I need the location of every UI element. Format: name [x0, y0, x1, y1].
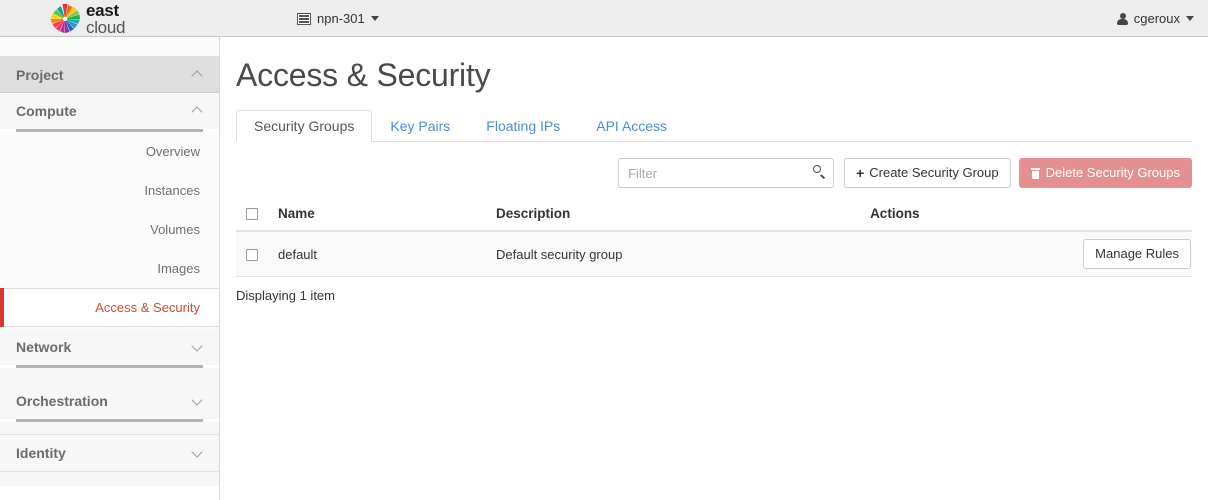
- sidebar-item-instances[interactable]: Instances: [0, 171, 219, 210]
- sidebar-item-label: Access & Security: [95, 300, 200, 315]
- row-select-cell: [236, 231, 278, 277]
- project-name-label: npn-301: [317, 11, 365, 26]
- sidebar-item-label: Volumes: [150, 222, 200, 237]
- plus-icon: +: [856, 165, 865, 181]
- sidebar-group-network-label: Network: [16, 339, 72, 355]
- sidebar-item-access-and-security[interactable]: Access & Security: [0, 288, 219, 327]
- user-menu[interactable]: cgeroux: [1116, 8, 1194, 29]
- sidebar-group-compute[interactable]: Compute: [0, 93, 219, 129]
- brand-logo[interactable]: east cloud: [48, 1, 125, 36]
- tab-api-access[interactable]: API Access: [578, 110, 685, 142]
- row-checkbox[interactable]: [246, 249, 258, 262]
- create-security-group-button[interactable]: + Create Security Group: [844, 158, 1011, 188]
- tab-security-groups[interactable]: Security Groups: [236, 110, 373, 142]
- brand-name-line1: east: [86, 0, 119, 20]
- user-name-label: cgeroux: [1133, 11, 1180, 26]
- cell-name: default: [278, 231, 496, 277]
- trash-icon: [1030, 167, 1040, 179]
- chevron-up-icon: [193, 106, 203, 116]
- sidebar-item-volumes[interactable]: Volumes: [0, 210, 219, 249]
- tab-label: API Access: [596, 118, 668, 134]
- tab-floating-ips[interactable]: Floating IPs: [468, 110, 578, 142]
- sidebar-group-orchestration[interactable]: Orchestration: [0, 383, 219, 419]
- tab-label: Security Groups: [254, 118, 355, 134]
- table-footer-count: Displaying 1 item: [236, 288, 335, 303]
- sidebar-item-overview[interactable]: Overview: [0, 132, 219, 171]
- table-row: default Default security group Manage Ru…: [236, 231, 1192, 277]
- tab-label: Floating IPs: [486, 118, 561, 134]
- starburst-logo-icon: [48, 2, 82, 36]
- filter-field-wrapper: [618, 158, 835, 188]
- top-navigation-bar: east cloud npn-301 cgeroux: [0, 0, 1208, 37]
- sidebar-item-label: Overview: [145, 144, 200, 159]
- sidebar-group-identity[interactable]: Identity: [0, 435, 219, 471]
- sidebar-compute-items: Overview Instances Volumes Images Access…: [0, 132, 219, 329]
- select-all-checkbox[interactable]: [246, 208, 258, 221]
- select-all-header: [236, 198, 278, 232]
- sidebar-item-images[interactable]: Images: [0, 249, 219, 288]
- create-security-group-label: Create Security Group: [869, 165, 999, 180]
- chevron-down-icon: [193, 448, 203, 458]
- column-header-name[interactable]: Name: [278, 198, 496, 232]
- sidebar-group-compute-label: Compute: [16, 103, 77, 119]
- security-groups-table: Name Description Actions default Default…: [236, 198, 1192, 277]
- table-toolbar: + Create Security Group Delete Security …: [236, 158, 1192, 188]
- sidebar-section-project[interactable]: Project: [0, 57, 219, 93]
- tab-key-pairs[interactable]: Key Pairs: [372, 110, 468, 142]
- table-header: Name Description Actions: [236, 198, 1192, 232]
- tab-bar: Security Groups Key Pairs Floating IPs A…: [236, 109, 1192, 142]
- column-header-description[interactable]: Description: [496, 198, 871, 232]
- sidebar-group-orchestration-label: Orchestration: [16, 393, 108, 409]
- cell-actions: Manage Rules: [870, 231, 1192, 277]
- sidebar-bottom-spacer: [0, 472, 219, 486]
- chevron-up-icon: [193, 70, 203, 80]
- search-input[interactable]: [618, 158, 835, 188]
- table-body: default Default security group Manage Ru…: [236, 231, 1192, 277]
- caret-down-icon: [370, 16, 379, 21]
- sidebar-group-identity-label: Identity: [16, 445, 66, 461]
- sidebar-orchestration-spacer: [0, 422, 219, 434]
- sidebar-item-label: Images: [157, 261, 200, 276]
- project-selector[interactable]: npn-301: [297, 8, 379, 29]
- sidebar-top-strip: [0, 37, 219, 57]
- grid-list-icon: [297, 12, 311, 25]
- sidebar-item-label: Instances: [144, 183, 200, 198]
- main-content: Access & Security Security Groups Key Pa…: [220, 37, 1208, 500]
- delete-security-groups-label: Delete Security Groups: [1045, 165, 1180, 180]
- tab-label: Key Pairs: [390, 118, 451, 134]
- sidebar-section-project-label: Project: [16, 66, 64, 83]
- chevron-down-icon: [193, 396, 203, 406]
- page-title: Access & Security: [236, 57, 491, 93]
- delete-security-groups-button[interactable]: Delete Security Groups: [1018, 158, 1192, 188]
- cell-description: Default security group: [496, 231, 871, 277]
- sidebar-network-spacer: [0, 368, 219, 383]
- caret-down-icon: [1186, 16, 1194, 21]
- column-header-actions: Actions: [870, 198, 1192, 232]
- sidebar-group-network[interactable]: Network: [0, 329, 219, 365]
- sidebar-navigation: Project Compute Overview Instances Volum…: [0, 37, 220, 500]
- chevron-down-icon: [193, 342, 203, 352]
- manage-rules-button[interactable]: Manage Rules: [1083, 239, 1191, 269]
- brand-name-line2: cloud: [86, 17, 126, 37]
- user-icon: [1116, 12, 1128, 25]
- table-header-row: Name Description Actions: [236, 198, 1192, 232]
